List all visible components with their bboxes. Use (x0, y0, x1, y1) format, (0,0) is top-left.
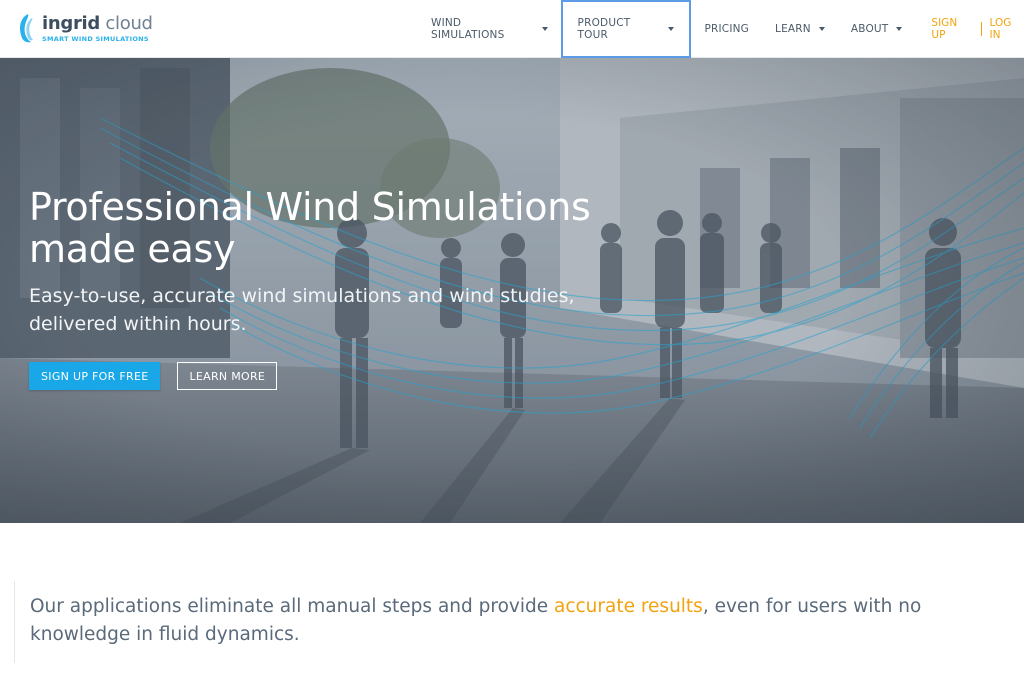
chevron-down-icon (896, 27, 903, 31)
logo-wordmark: ingrid cloud SMART WIND SIMULATIONS (42, 12, 153, 43)
chevron-down-icon (818, 27, 825, 31)
hero-title: Professional Wind Simulations made easy (29, 186, 629, 270)
hero-subtitle-line2: delivered within hours. (29, 313, 247, 335)
logo-name: ingrid cloud (42, 12, 153, 34)
logo-name-light: cloud (100, 12, 153, 34)
hero-content: Professional Wind Simulations made easy … (29, 186, 629, 390)
intro-section: Our applications eliminate all manual st… (14, 581, 974, 663)
hero-section: Professional Wind Simulations made easy … (0, 58, 1024, 523)
nav-product-tour-label: PRODUCT TOUR (577, 17, 631, 41)
log-in-link[interactable]: LOG IN (990, 17, 1024, 41)
nav-wind-simulations[interactable]: WIND SIMULATIONS (418, 0, 561, 58)
nav-pricing-label: PRICING (704, 23, 750, 35)
intro-text: Our applications eliminate all manual st… (30, 581, 974, 649)
nav-learn[interactable]: LEARN (762, 0, 838, 58)
nav-about[interactable]: ABOUT (838, 0, 916, 58)
hero-cta-group: SIGN UP FOR FREE LEARN MORE (29, 362, 629, 390)
auth-divider (980, 22, 982, 36)
brand-logo[interactable]: ingrid cloud SMART WIND SIMULATIONS (14, 12, 153, 44)
auth-links: SIGN UP LOG IN (931, 17, 1024, 41)
hero-title-line1: Professional Wind Simulations (29, 185, 591, 229)
nav-wind-simulations-label: WIND SIMULATIONS (431, 17, 505, 41)
nav-pricing[interactable]: PRICING (691, 0, 762, 58)
nav-about-label: ABOUT (850, 23, 889, 35)
hero-title-line2: made easy (29, 227, 236, 271)
chevron-down-icon (668, 27, 675, 31)
wind-logo-icon (20, 14, 33, 43)
logo-name-bold: ingrid (42, 12, 101, 34)
intro-text-start: Our applications eliminate all manual st… (30, 596, 554, 617)
sign-up-free-button[interactable]: SIGN UP FOR FREE (29, 362, 161, 390)
hero-subtitle-line1: Easy-to-use, accurate wind simulations a… (29, 285, 575, 307)
main-nav: WIND SIMULATIONS PRODUCT TOUR PRICING LE… (418, 0, 1024, 58)
sign-up-link[interactable]: SIGN UP (931, 17, 972, 41)
intro-highlight: accurate results (553, 596, 703, 617)
learn-more-button[interactable]: LEARN MORE (177, 362, 278, 390)
chevron-down-icon (541, 27, 548, 31)
nav-product-tour[interactable]: PRODUCT TOUR (560, 0, 692, 58)
nav-learn-label: LEARN (775, 23, 811, 35)
site-header: ingrid cloud SMART WIND SIMULATIONS WIND… (0, 0, 1024, 58)
logo-tagline: SMART WIND SIMULATIONS (42, 34, 149, 43)
hero-subtitle: Easy-to-use, accurate wind simulations a… (29, 282, 629, 338)
